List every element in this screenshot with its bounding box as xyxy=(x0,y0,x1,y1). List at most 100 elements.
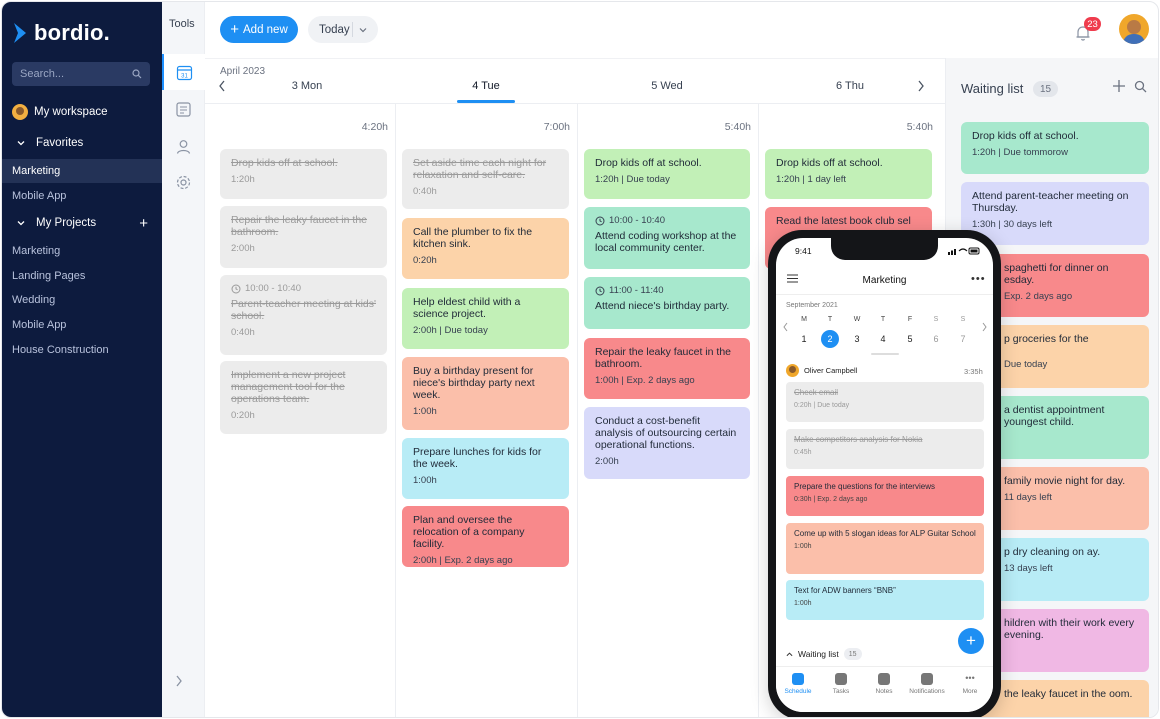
notes-icon xyxy=(878,673,890,685)
prev-week-icon[interactable] xyxy=(217,80,227,92)
tab-tasks[interactable]: Tasks xyxy=(821,673,861,695)
sidebar-item-marketing[interactable]: Marketing xyxy=(2,239,162,263)
task-card[interactable]: Buy a birthday present for niece's birth… xyxy=(402,357,569,430)
phone-task-card[interactable]: Prepare the questions for the interviews… xyxy=(786,476,984,516)
day-header-thu[interactable]: 6 Thu xyxy=(790,80,910,92)
date-cell[interactable]: 7 xyxy=(954,330,972,348)
task-card[interactable]: Plan and oversee the relocation of a com… xyxy=(402,506,569,567)
day-header-mon[interactable]: 3 Mon xyxy=(247,80,367,92)
date-cell[interactable]: 6 xyxy=(927,330,945,348)
waiting-card[interactable]: Attend parent-teacher meeting on Thursda… xyxy=(961,182,1149,245)
task-card[interactable]: Drop kids off at school. 1:20h xyxy=(220,149,387,199)
task-card[interactable]: 10:00 - 10:40 Attend coding workshop at … xyxy=(584,207,750,269)
task-card[interactable]: 10:00 - 10:40 Parent-teacher meeting at … xyxy=(220,275,387,355)
task-card[interactable]: Set aside time each night for relaxation… xyxy=(402,149,569,209)
user-avatar[interactable] xyxy=(1119,14,1149,44)
tab-schedule[interactable]: Schedule xyxy=(778,673,818,695)
more-icon[interactable]: ••• xyxy=(971,273,986,285)
workspace-label: My workspace xyxy=(34,106,108,118)
tab-notifications[interactable]: Notifications xyxy=(907,673,947,695)
tool-people[interactable] xyxy=(162,128,205,164)
task-card[interactable]: Call the plumber to fix the kitchen sink… xyxy=(402,218,569,279)
logo[interactable]: bordio. xyxy=(12,20,110,46)
task-card[interactable]: Drop kids off at school. 1:20h | Due tod… xyxy=(584,149,750,199)
waiting-card[interactable]: Drop kids off at school. 1:20h | Due tom… xyxy=(961,122,1149,174)
calendar-icon xyxy=(792,673,804,685)
tab-more[interactable]: ••• More xyxy=(950,673,990,695)
divider xyxy=(205,103,945,104)
chevron-right-icon[interactable] xyxy=(174,674,184,688)
add-new-button[interactable]: + Add new xyxy=(220,16,298,43)
sidebar-item-favorite-mobile-app[interactable]: Mobile App xyxy=(2,184,162,208)
favorites-header[interactable]: Favorites xyxy=(2,131,162,155)
task-card[interactable]: Drop kids off at school. 1:20h | 1 day l… xyxy=(765,149,932,199)
tool-settings[interactable] xyxy=(162,164,205,200)
phone-waiting-list[interactable]: Waiting list 15 xyxy=(786,648,862,660)
chevron-up-icon xyxy=(786,652,793,657)
day-total: 5:40h xyxy=(906,121,933,133)
task-title: Prepare lunches for kids for the week. xyxy=(413,446,542,470)
date-cell-selected[interactable]: 2 xyxy=(821,330,839,348)
sidebar-item-house-construction[interactable]: House Construction xyxy=(2,338,162,362)
date-cell[interactable]: 4 xyxy=(874,330,892,348)
phone-task-card[interactable]: Make competitors analysis for Nokia 0:45… xyxy=(786,429,984,469)
search-icon[interactable] xyxy=(1134,80,1147,93)
date-cell[interactable]: 3 xyxy=(848,330,866,348)
prev-week-icon[interactable] xyxy=(782,322,789,332)
sidebar-item-wedding[interactable]: Wedding xyxy=(2,288,162,312)
date-cell[interactable]: 5 xyxy=(901,330,919,348)
workspace-item[interactable]: My workspace xyxy=(2,100,162,124)
phone-month: September 2021 xyxy=(786,302,838,309)
task-meta: 2:00h xyxy=(595,455,619,467)
sidebar-item-favorite-marketing[interactable]: Marketing xyxy=(2,159,162,183)
tasks-icon xyxy=(835,673,847,685)
task-meta: 0:20h | Due today xyxy=(794,401,850,409)
task-card[interactable]: 11:00 - 11:40 Attend niece's birthday pa… xyxy=(584,277,750,329)
assignee-row: Oliver Campbell xyxy=(786,364,857,377)
sidebar-item-landing-pages[interactable]: Landing Pages xyxy=(2,264,162,288)
divider xyxy=(577,103,578,717)
projects-header[interactable]: My Projects + xyxy=(2,211,162,235)
search-box[interactable] xyxy=(12,62,150,86)
task-card[interactable]: Prepare lunches for kids for the week. 1… xyxy=(402,438,569,499)
day-total: 4:20h xyxy=(361,121,388,133)
phone-screen: 9:41 Marketing ••• September 2021 M T W … xyxy=(776,238,993,712)
day-header-tue[interactable]: 4 Tue xyxy=(426,80,546,92)
add-icon[interactable] xyxy=(1112,79,1126,93)
search-input[interactable] xyxy=(20,68,120,80)
task-meta: 0:30h | Exp. 2 days ago xyxy=(794,495,868,503)
task-meta: 0:20h xyxy=(413,254,437,266)
date-cell[interactable]: 1 xyxy=(795,330,813,348)
add-new-label: Add new xyxy=(243,23,288,36)
chevron-down-icon[interactable] xyxy=(358,25,368,35)
task-meta: 1:00h xyxy=(413,474,437,486)
task-meta: 2:00h | Due today xyxy=(413,324,488,336)
task-card[interactable]: Repair the leaky faucet in the bathroom.… xyxy=(584,338,750,399)
next-week-icon[interactable] xyxy=(916,80,926,92)
day-header-wed[interactable]: 5 Wed xyxy=(607,80,727,92)
task-card[interactable]: Repair the leaky faucet in the bathroom.… xyxy=(220,206,387,268)
phone-add-button[interactable]: + xyxy=(958,628,984,654)
phone-task-card[interactable]: Check email 0:20h | Due today xyxy=(786,382,984,422)
sidebar-item-label: Landing Pages xyxy=(12,270,86,282)
task-meta: 1:20h | Due today xyxy=(595,173,670,185)
task-meta: 0:45h xyxy=(794,448,812,456)
task-card[interactable]: Conduct a cost-benefit analysis of outso… xyxy=(584,407,750,479)
task-title: Come up with 5 slogan ideas for ALP Guit… xyxy=(794,529,976,538)
task-card[interactable]: Implement a new project management tool … xyxy=(220,361,387,434)
next-week-icon[interactable] xyxy=(981,322,988,332)
task-meta: 1:30h | 30 days left xyxy=(972,218,1053,230)
tool-notes[interactable] xyxy=(162,91,205,127)
tool-calendar[interactable]: 31 xyxy=(162,54,205,90)
phone-task-card[interactable]: Text for ADW banners “BNB” 1:00h xyxy=(786,580,984,620)
task-title: Set aside time each night for relaxation… xyxy=(413,157,547,181)
tab-notes[interactable]: Notes xyxy=(864,673,904,695)
drag-indicator[interactable] xyxy=(871,353,899,355)
phone-task-card[interactable]: Come up with 5 slogan ideas for ALP Guit… xyxy=(786,523,984,574)
search-icon[interactable] xyxy=(132,69,142,79)
sidebar-item-label: Mobile App xyxy=(12,319,67,331)
add-project-icon[interactable]: + xyxy=(139,215,148,232)
sidebar-item-mobile-app[interactable]: Mobile App xyxy=(2,313,162,337)
today-button[interactable]: Today xyxy=(308,16,378,43)
task-card[interactable]: Help eldest child with a science project… xyxy=(402,288,569,349)
